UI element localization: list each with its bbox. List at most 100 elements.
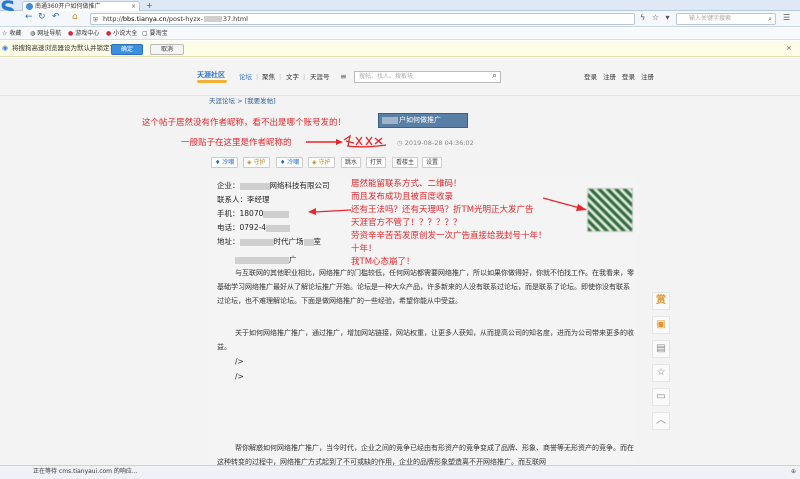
- nav-sep: |: [279, 73, 282, 81]
- home-icon[interactable]: ⌂: [72, 13, 78, 22]
- annotation-line-5: 劳资辛辛苦苦发原创发一次广告直接给我封号十年！: [351, 231, 547, 241]
- star-icon: ☆: [2, 30, 8, 37]
- bookmark-label: 小说大全: [113, 30, 138, 37]
- page-icon[interactable]: ▤: [652, 340, 670, 358]
- url-domain: bbs.tianya.cn: [122, 15, 167, 23]
- red-arrow-icon: [542, 197, 587, 211]
- address-bar[interactable]: ⛨ http://bbs.tianya.cn/post-hyzx- 37.html: [90, 13, 635, 25]
- nav-right-icons: ϟ ☆ ▾: [640, 13, 670, 22]
- login-link-2[interactable]: 登录: [622, 73, 635, 81]
- bookmark-label: 要淘宝: [149, 30, 168, 37]
- nav-forum[interactable]: 论坛: [239, 73, 252, 81]
- body-tag-1: />: [235, 357, 244, 366]
- breadcrumb-home[interactable]: 天涯论坛: [209, 97, 235, 105]
- toolbar-btn-1[interactable]: ♦ 冷嘲: [211, 157, 239, 168]
- toolbar-label: 守护: [318, 159, 331, 166]
- tab-title: 南通360开户如何做推广: [35, 3, 101, 10]
- menu-icon[interactable]: ☰: [783, 13, 790, 22]
- bookmark-favorites[interactable]: ☆ 收藏: [2, 28, 21, 40]
- extra-text: 广: [289, 255, 297, 264]
- cancel-button[interactable]: 取消: [150, 44, 184, 55]
- info-icon: ◉: [2, 44, 9, 52]
- bookmark-taobao[interactable]: ▢ 要淘宝: [142, 28, 168, 40]
- tianya-logo-text: 天涯社区: [197, 71, 225, 79]
- tianya-search-input[interactable]: 搜帖、找人、搜板块 ⌕: [354, 71, 501, 83]
- contact-mobile: 手机：18070: [217, 209, 290, 218]
- note-icon[interactable]: ▣: [652, 316, 670, 334]
- status-right-icon[interactable]: ⊕: [791, 466, 796, 478]
- tel-label: 电话：0792-4: [217, 223, 267, 232]
- nav-tianyahao[interactable]: 天涯号: [310, 73, 330, 81]
- reward-icon[interactable]: 赏: [652, 292, 670, 310]
- url-suffix: 37.html: [222, 15, 248, 23]
- globe-icon: ◍: [30, 30, 36, 37]
- post-title-text: 户如何做推广: [399, 116, 441, 124]
- blur: [266, 224, 291, 232]
- url-path: /post-hyzx-: [166, 15, 203, 23]
- refresh-icon[interactable]: ↻: [38, 13, 46, 22]
- author-scribble-icon: [343, 134, 387, 148]
- company-label: 企业：: [217, 181, 240, 190]
- bookmark-games[interactable]: ● 游戏中心: [68, 28, 99, 40]
- favorite-star-icon[interactable]: ☆: [652, 364, 670, 382]
- toolbar-btn-4[interactable]: ◈ 守护: [308, 157, 335, 168]
- comment-icon[interactable]: ▭: [652, 388, 670, 406]
- contact-person: 联系人：李经理: [217, 195, 270, 204]
- toolbar-label: 冷嘲: [287, 159, 300, 166]
- star-icon[interactable]: ☆: [652, 13, 659, 22]
- back-icon[interactable]: ←: [25, 13, 33, 22]
- post-time: ◷ 2019-08-28 04:36:02: [397, 139, 474, 147]
- body-paragraph-2: 关于如何网络推广推广，通过推广，增加网站链接，网站权重，让更多人获知，从而提高公…: [217, 329, 634, 351]
- nav-sep: |: [303, 73, 306, 81]
- toolbar-label: 打赏: [370, 159, 383, 166]
- search-icon[interactable]: ⌕: [492, 71, 497, 81]
- more-menu-icon[interactable]: ≡: [340, 73, 347, 81]
- nav-focus[interactable]: 聚焦: [262, 73, 275, 81]
- blur: [235, 256, 289, 264]
- toolbar-btn-7[interactable]: 看楼主: [392, 157, 419, 168]
- back-to-top-icon[interactable]: ︿: [652, 412, 670, 430]
- search-icon[interactable]: ⌕: [768, 14, 772, 24]
- toolbar-btn-8[interactable]: 设置: [422, 157, 443, 168]
- toolbar-btn-2[interactable]: ◈ 守护: [243, 157, 270, 168]
- toolbar-btn-6[interactable]: 打赏: [366, 157, 387, 168]
- tab-close-icon[interactable]: ×: [131, 2, 136, 11]
- bookmark-nav[interactable]: ◍ 网址导航: [30, 28, 61, 40]
- bookmark-novels[interactable]: ● 小说大全: [106, 28, 137, 40]
- red-arrow-icon: [308, 208, 352, 215]
- breadcrumb-sep: >: [235, 97, 245, 105]
- login-link[interactable]: 登录: [584, 73, 597, 81]
- clock-icon: ◷: [397, 139, 403, 147]
- register-link-2[interactable]: 注册: [641, 73, 654, 81]
- browser-search-input[interactable]: 输入关键字搜索 ⌕: [676, 13, 776, 25]
- bookmarks-bar: ☆ 收藏 ◍ 网址导航 ● 游戏中心 ● 小说大全 ▢ 要淘宝: [0, 28, 800, 40]
- register-link[interactable]: 注册: [603, 73, 616, 81]
- contact-address: 地址： 时代广场室: [217, 237, 321, 246]
- dropdown-icon[interactable]: ▾: [666, 13, 670, 22]
- status-text: 正在等待 cms.tianyaui.com 的响应...: [33, 468, 138, 475]
- nav-writing[interactable]: 文字: [286, 73, 299, 81]
- body-paragraph-3: 帮你解惑如何网络推广推广，当今时代，企业之间的竞争已经由有形资产的竞争变成了品牌…: [217, 444, 634, 465]
- annotation-author-here: 一般贴子在这里是作者昵称的: [181, 138, 292, 148]
- title-blur: [382, 117, 398, 124]
- annotation-line-4: 天涯官方不管了！？？？？？: [351, 218, 462, 228]
- confirm-button[interactable]: 确定: [111, 44, 143, 55]
- new-tab-button[interactable]: +: [146, 1, 153, 10]
- tianya-logo[interactable]: 天涯社区: [197, 70, 229, 86]
- blur: [303, 238, 314, 246]
- mobile-label: 手机：18070: [217, 209, 264, 218]
- undo-icon[interactable]: ↶: [52, 13, 60, 22]
- browser-tab[interactable]: 南通360开户如何做推广 ×: [22, 1, 140, 11]
- post-time-text: 2019-08-28 04:36:02: [404, 139, 474, 147]
- toolbar-btn-5[interactable]: 跳水: [341, 157, 362, 168]
- lightning-icon[interactable]: ϟ: [640, 13, 645, 22]
- url-prefix: http://: [103, 15, 123, 23]
- breadcrumb-post[interactable]: [我要发帖]: [245, 97, 276, 105]
- blur: [239, 182, 270, 190]
- annotation-line-1: 居然能留联系方式、二维码！: [351, 179, 462, 189]
- contact-company: 企业： 网络科技有限公司: [217, 181, 330, 190]
- infobar-message: 将搜狗高速浏览器设为默认并锁定？: [12, 44, 116, 52]
- toolbar-btn-3[interactable]: ♦ 冷嘲: [276, 157, 304, 168]
- infobar-close-icon[interactable]: ×: [786, 44, 792, 52]
- book-icon: ●: [106, 30, 112, 37]
